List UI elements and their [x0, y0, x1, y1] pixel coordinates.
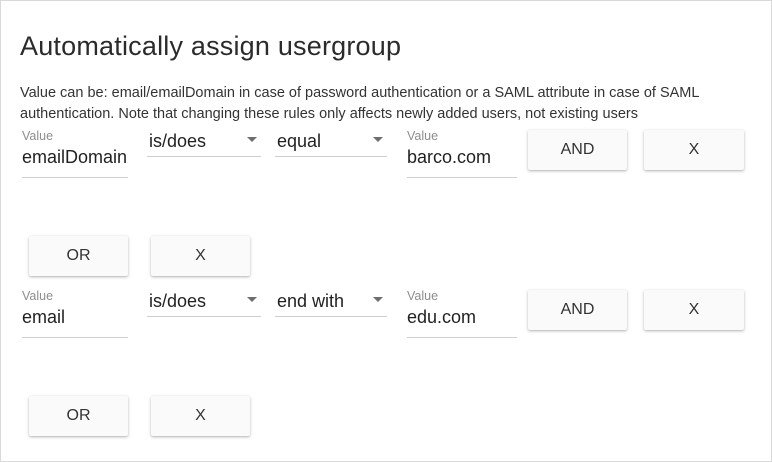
field-underline	[407, 177, 517, 178]
value-field[interactable]: Value barco.com	[407, 128, 517, 178]
chevron-down-icon	[373, 137, 383, 142]
operator-select-value: is/does	[149, 291, 207, 311]
remove-condition-button[interactable]: X	[644, 130, 744, 170]
attribute-field-label: Value	[22, 129, 54, 143]
attribute-input[interactable]: email	[22, 304, 128, 330]
comparator-select-value: end with	[277, 291, 345, 311]
rule-row: Value emailDomain is/does equal Value ba…	[1, 128, 771, 188]
rule-group-actions: OR X	[1, 236, 771, 278]
and-button[interactable]: AND	[528, 130, 627, 170]
field-underline	[22, 337, 128, 338]
select-underline	[275, 156, 387, 157]
field-underline	[22, 177, 128, 178]
rule-group-actions: OR X	[1, 396, 771, 438]
value-field-label: Value	[407, 129, 439, 143]
chevron-down-icon	[373, 297, 383, 302]
attribute-field[interactable]: Value email	[22, 288, 128, 338]
value-input[interactable]: barco.com	[407, 144, 517, 170]
dialog-title: Automatically assign usergroup	[20, 31, 402, 61]
value-input[interactable]: edu.com	[407, 304, 517, 330]
attribute-input[interactable]: emailDomain	[22, 144, 128, 170]
attribute-field[interactable]: Value emailDomain	[22, 128, 128, 178]
remove-group-button[interactable]: X	[151, 236, 250, 276]
attribute-field-label: Value	[22, 289, 54, 303]
select-underline	[147, 316, 261, 317]
and-button[interactable]: AND	[528, 290, 627, 330]
rule-row: Value email is/does end with Value edu.c…	[1, 288, 771, 348]
operator-select[interactable]: is/does	[147, 128, 261, 178]
operator-select-value: is/does	[149, 131, 207, 151]
remove-group-button[interactable]: X	[151, 396, 250, 436]
assign-usergroup-dialog: Automatically assign usergroup Value can…	[0, 0, 772, 462]
chevron-down-icon	[247, 137, 257, 142]
chevron-down-icon	[247, 297, 257, 302]
value-field-label: Value	[407, 289, 439, 303]
select-underline	[275, 316, 387, 317]
dialog-description: Value can be: email/emailDomain in case …	[20, 85, 699, 122]
comparator-select[interactable]: equal	[275, 128, 387, 178]
comparator-select-value: equal	[277, 131, 322, 151]
select-underline	[147, 156, 261, 157]
remove-condition-button[interactable]: X	[644, 290, 744, 330]
operator-select[interactable]: is/does	[147, 288, 261, 338]
comparator-select[interactable]: end with	[275, 288, 387, 338]
or-button[interactable]: OR	[29, 236, 128, 276]
value-field[interactable]: Value edu.com	[407, 288, 517, 338]
field-underline	[407, 337, 517, 338]
or-button[interactable]: OR	[29, 396, 128, 436]
